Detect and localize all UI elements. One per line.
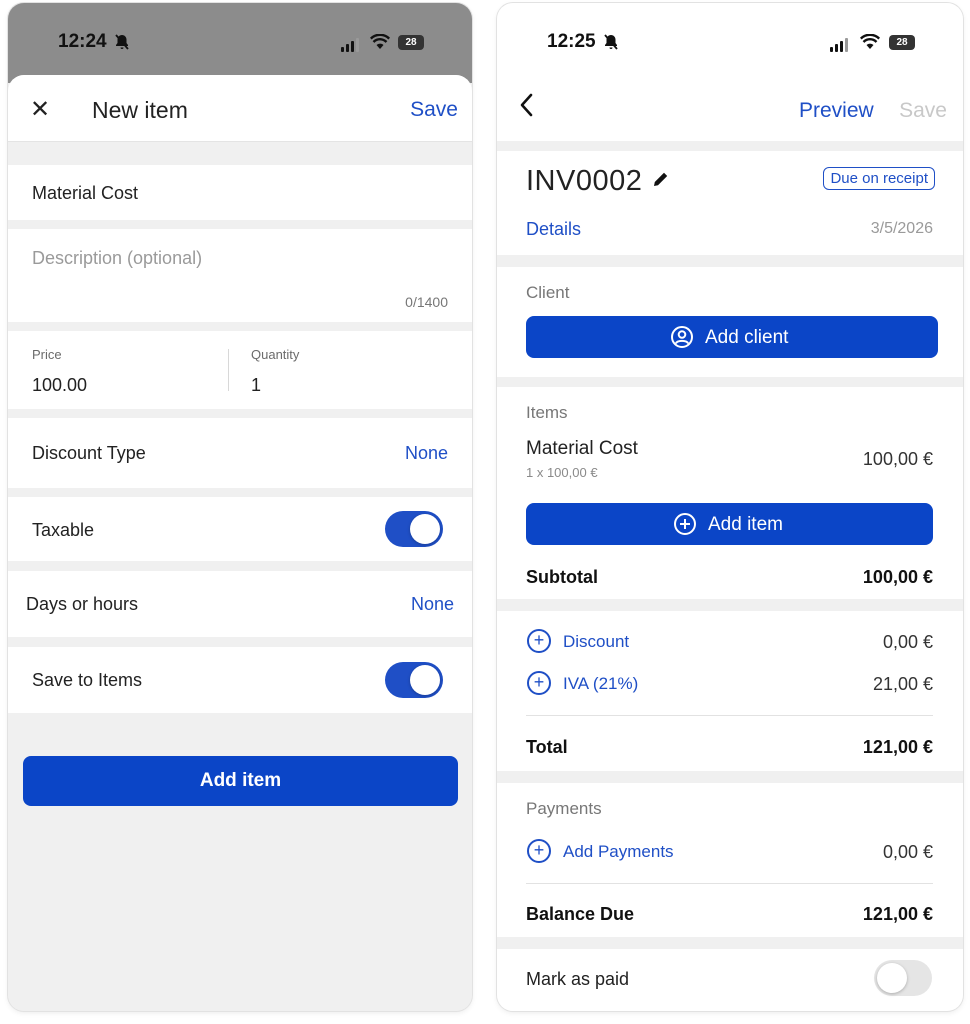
quantity-input[interactable]: 1 — [251, 375, 261, 396]
client-card: Client Add client — [497, 267, 963, 377]
payments-value: 0,00 € — [882, 842, 933, 862]
page-title: New item — [92, 97, 188, 123]
wifi-icon — [860, 34, 880, 49]
user-circle-icon — [671, 326, 693, 348]
plus-circle-icon[interactable]: + — [527, 629, 551, 653]
tax-value: 21,00 € — [872, 674, 933, 694]
taxable-toggle[interactable] — [385, 511, 443, 547]
add-item-label: Add item — [708, 514, 783, 535]
signal-icon — [341, 38, 359, 52]
add-payments-link[interactable]: Add Payments — [563, 842, 674, 862]
wifi-icon — [370, 34, 390, 49]
days-hours-value[interactable]: None — [411, 594, 454, 615]
balance-due-value: 121,00 € — [862, 904, 933, 924]
balance-due-label: Balance Due — [526, 904, 635, 924]
price-quantity-row: Price 100.00 Quantity 1 — [8, 331, 472, 409]
discount-type-label: Discount Type — [32, 443, 146, 463]
description-field[interactable]: Description (optional) 0/1400 — [8, 229, 472, 322]
tax-link[interactable]: IVA (21%) — [563, 674, 638, 694]
discount-type-value[interactable]: None — [405, 443, 448, 464]
mark-paid-label: Mark as paid — [526, 969, 630, 989]
divider — [228, 349, 229, 391]
item-amount: 100,00 € — [862, 449, 933, 469]
sheet-header: ✕ New item Save — [8, 75, 472, 142]
price-input[interactable]: 100.00 — [32, 375, 87, 396]
taxable-label: Taxable — [32, 520, 95, 540]
items-card: Items Material Cost 1 x 100,00 € 100,00 … — [497, 387, 963, 599]
price-label: Price — [32, 347, 62, 362]
items-section-label: Items — [526, 403, 568, 422]
invoice-screen: 12:25 28 Preview Save INV0002 Due on rec… — [497, 3, 963, 1011]
due-badge[interactable]: Due on receipt — [823, 167, 935, 190]
item-name: Material Cost — [526, 438, 638, 459]
divider — [526, 715, 933, 716]
divider — [526, 883, 933, 884]
description-placeholder: Description (optional) — [32, 248, 203, 268]
add-client-label: Add client — [705, 327, 789, 348]
add-client-button[interactable]: Add client — [526, 316, 938, 358]
client-section-label: Client — [526, 283, 570, 302]
new-item-screen: 12:24 28 ✕ New item Save Material Cost D… — [8, 3, 472, 1011]
bell-muted-icon — [115, 34, 129, 50]
details-link[interactable]: Details — [526, 219, 581, 240]
plus-circle-icon[interactable]: + — [527, 839, 551, 863]
status-bar: 12:24 28 — [8, 3, 472, 83]
close-icon[interactable]: ✕ — [30, 95, 50, 124]
save-to-items-label: Save to Items — [32, 670, 143, 690]
invoice-number[interactable]: INV0002 — [526, 165, 642, 198]
pencil-icon[interactable] — [651, 169, 671, 189]
quantity-label: Quantity — [251, 347, 300, 362]
payments-card: Payments + Add Payments 0,00 € Balance D… — [497, 783, 963, 937]
total-value: 121,00 € — [862, 737, 933, 757]
days-hours-row[interactable]: Days or hours None — [8, 571, 472, 637]
plus-circle-icon — [674, 513, 696, 535]
save-to-items-toggle[interactable] — [385, 662, 443, 698]
discount-type-row[interactable]: Discount Type None — [8, 418, 472, 488]
bell-muted-icon — [604, 34, 618, 50]
payments-section-label: Payments — [526, 799, 602, 818]
add-item-button[interactable]: Add item — [23, 756, 458, 806]
subtotal-value: 100,00 € — [862, 567, 933, 587]
save-to-items-row: Save to Items — [8, 647, 472, 713]
top-bar: 12:25 28 Preview Save — [497, 3, 963, 141]
total-label: Total — [526, 737, 568, 757]
preview-button[interactable]: Preview — [799, 99, 874, 123]
battery-icon: 28 — [889, 35, 915, 50]
invoice-date: 3/5/2026 — [870, 220, 933, 237]
plus-circle-icon[interactable]: + — [527, 671, 551, 695]
discount-value: 0,00 € — [882, 632, 933, 652]
status-time: 12:25 — [547, 31, 596, 52]
back-chevron-icon[interactable] — [517, 91, 537, 119]
new-item-sheet: ✕ New item Save Material Cost Descriptio… — [8, 75, 472, 1011]
item-name-field[interactable]: Material Cost — [8, 165, 472, 220]
subtotal-label: Subtotal — [526, 567, 598, 587]
battery-icon: 28 — [398, 35, 424, 50]
item-name-value: Material Cost — [32, 183, 139, 203]
description-counter: 0/1400 — [405, 294, 448, 310]
taxable-row: Taxable — [8, 497, 472, 561]
save-button[interactable]: Save — [899, 99, 947, 123]
add-item-button[interactable]: Add item — [526, 503, 933, 545]
mark-paid-toggle[interactable] — [874, 960, 932, 996]
status-time: 12:24 — [58, 31, 107, 52]
mark-paid-row: Mark as paid — [497, 949, 963, 1011]
days-hours-label: Days or hours — [26, 594, 139, 614]
discount-link[interactable]: Discount — [563, 632, 629, 652]
signal-icon — [830, 38, 848, 52]
save-button[interactable]: Save — [410, 98, 458, 122]
item-detail: 1 x 100,00 € — [526, 465, 598, 480]
adjustments-card: + Discount 0,00 € + IVA (21%) 21,00 € To… — [497, 611, 963, 771]
invoice-header-card: INV0002 Due on receipt Details 3/5/2026 — [497, 151, 963, 255]
